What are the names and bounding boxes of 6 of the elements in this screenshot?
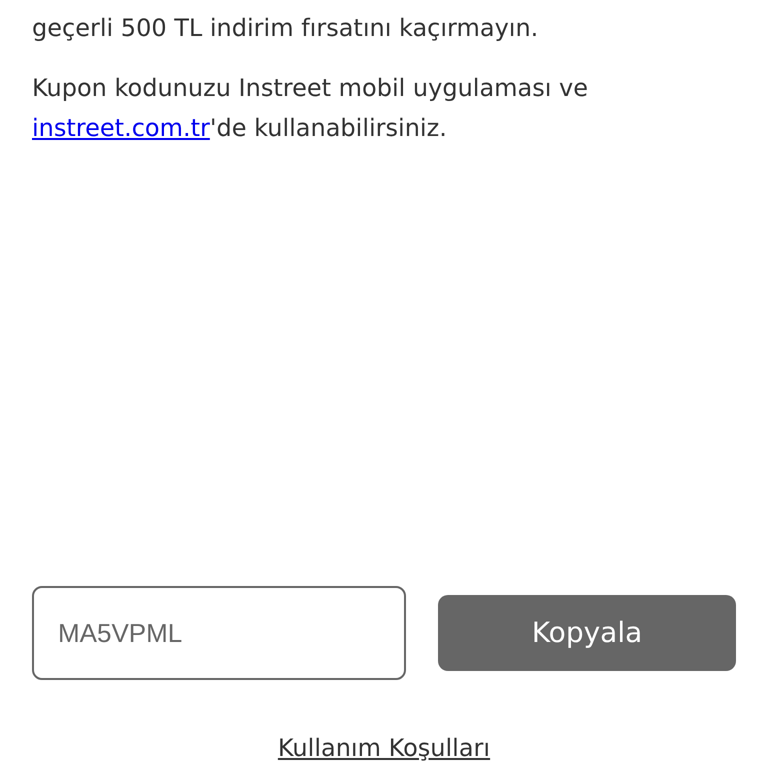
website-link[interactable]: instreet.com.tr	[32, 114, 210, 142]
terms-link[interactable]: Kullanım Koşulları	[278, 732, 490, 764]
usage-text: Kupon kodunuzu Instreet mobil uygulaması ve instreet.com.tr'de kullanabilirsiniz.	[32, 73, 590, 144]
offer-text: geçerli 500 TL indirim fırsatını kaçırmayın.	[32, 13, 540, 44]
coupon-field[interactable]: MA5VPML	[32, 586, 406, 680]
copy-button[interactable]: Kopyala	[438, 595, 736, 671]
